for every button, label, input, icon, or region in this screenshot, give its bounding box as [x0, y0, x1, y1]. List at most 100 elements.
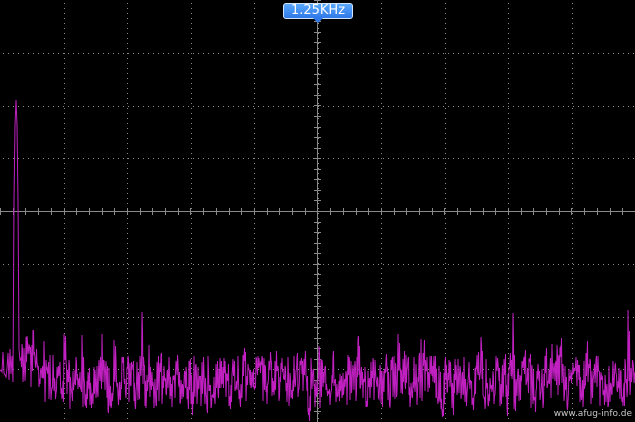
grid-dot	[445, 248, 446, 249]
grid-dot	[48, 158, 49, 159]
grid-dot	[373, 158, 374, 159]
grid-dot	[538, 106, 539, 107]
grid-dot	[64, 403, 65, 404]
grid-dot	[343, 106, 344, 107]
grid-dot	[473, 158, 474, 159]
grid-dot	[191, 243, 192, 244]
grid-dot	[418, 264, 419, 265]
grid-dot	[113, 53, 114, 54]
grid-dot	[608, 317, 609, 318]
grid-dot	[303, 106, 304, 107]
grid-dot	[445, 303, 446, 304]
grid-dot	[445, 338, 446, 339]
grid-dot	[381, 163, 382, 164]
grid-dot	[381, 118, 382, 119]
grid-dot	[588, 158, 589, 159]
grid-dot	[572, 138, 573, 139]
grid-dot	[488, 106, 489, 107]
grid-dot	[458, 158, 459, 159]
grid-dot	[381, 308, 382, 309]
grid-dot	[318, 248, 319, 249]
grid-dot	[423, 264, 424, 265]
grid-dot	[191, 343, 192, 344]
grid-dot	[64, 63, 65, 64]
grid-dot	[443, 369, 444, 370]
grid-dot	[254, 348, 255, 349]
grid-dot	[278, 106, 279, 107]
waveform-display	[0, 0, 635, 422]
grid-dot	[381, 298, 382, 299]
grid-dot	[468, 158, 469, 159]
grid-dot	[538, 264, 539, 265]
grid-dot	[64, 88, 65, 89]
grid-dot	[127, 78, 128, 79]
grid-dot	[254, 418, 255, 419]
grid-dot	[28, 317, 29, 318]
grid-dot	[608, 158, 609, 159]
grid-dot	[445, 393, 446, 394]
grid-dot	[338, 158, 339, 159]
grid-dot	[448, 264, 449, 265]
grid-dot	[358, 53, 359, 54]
grid-dot	[73, 53, 74, 54]
grid-dot	[445, 243, 446, 244]
grid-dot	[191, 73, 192, 74]
grid-dot	[503, 264, 504, 265]
grid-dot	[254, 113, 255, 114]
grid-dot	[445, 283, 446, 284]
grid-dot	[368, 317, 369, 318]
grid-dot	[383, 158, 384, 159]
grid-dot	[508, 83, 509, 84]
grid-dot	[254, 258, 255, 259]
grid-dot	[618, 106, 619, 107]
grid-dot	[64, 408, 65, 409]
grid-dot	[127, 273, 128, 274]
grid-dot	[191, 98, 192, 99]
grid-dot	[318, 38, 319, 39]
grid-dot	[33, 106, 34, 107]
grid-dot	[191, 223, 192, 224]
grid-dot	[58, 158, 59, 159]
grid-dot	[572, 13, 573, 14]
grid-dot	[64, 313, 65, 314]
grid-dot	[268, 264, 269, 265]
grid-dot	[191, 263, 192, 264]
grid-dot	[318, 118, 319, 119]
grid-dot	[191, 358, 192, 359]
grid-dot	[248, 158, 249, 159]
grid-dot	[423, 106, 424, 107]
grid-dot	[381, 338, 382, 339]
grid-dot	[253, 264, 254, 265]
grid-dot	[572, 258, 573, 259]
grid-dot	[381, 273, 382, 274]
grid-dot	[388, 317, 389, 318]
grid-dot	[508, 143, 509, 144]
grid-dot	[508, 93, 509, 94]
grid-dot	[438, 264, 439, 265]
grid-dot	[191, 203, 192, 204]
grid-dot	[173, 264, 174, 265]
grid-dot	[343, 158, 344, 159]
grid-dot	[413, 158, 414, 159]
grid-dot	[368, 264, 369, 265]
grid-dot	[248, 53, 249, 54]
grid-dot	[127, 393, 128, 394]
trigger-frequency-marker[interactable]: 1.25KHz	[283, 3, 353, 23]
grid-dot	[63, 106, 64, 107]
grid-dot	[381, 253, 382, 254]
grid-dot	[127, 418, 128, 419]
grid-dot	[318, 283, 319, 284]
grid-dot	[563, 158, 564, 159]
grid-dot	[191, 3, 192, 4]
grid-dot	[548, 317, 549, 318]
grid-dot	[254, 128, 255, 129]
grid-dot	[468, 264, 469, 265]
grid-dot	[191, 123, 192, 124]
grid-dot	[572, 163, 573, 164]
grid-dot	[191, 303, 192, 304]
grid-dot	[378, 158, 379, 159]
grid-dot	[572, 223, 573, 224]
grid-dot	[243, 317, 244, 318]
grid-dot	[127, 108, 128, 109]
grid-dot	[318, 268, 319, 269]
